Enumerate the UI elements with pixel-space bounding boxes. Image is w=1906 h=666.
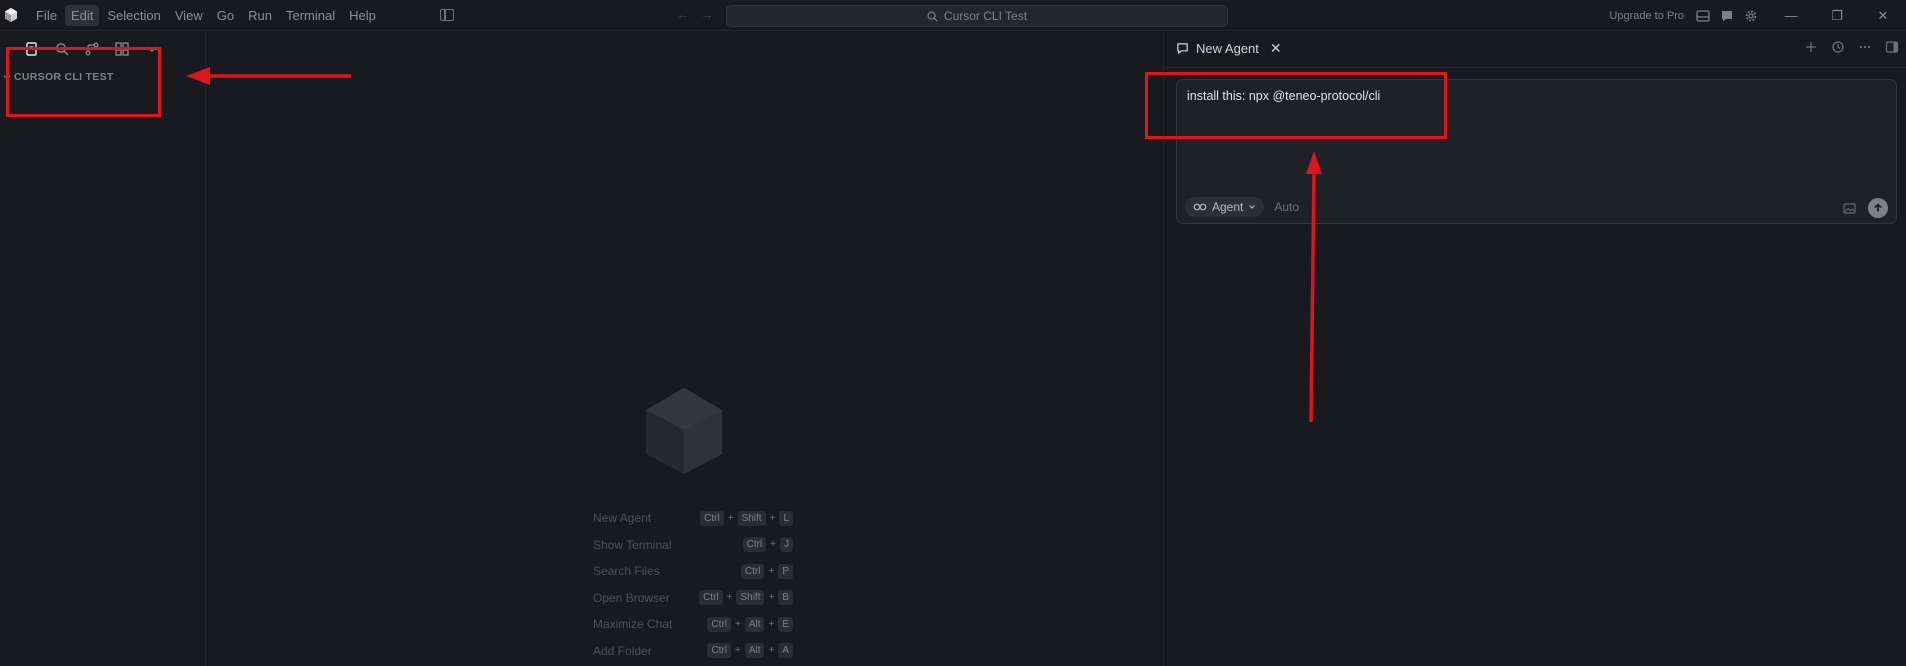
menu-selection[interactable]: Selection [101, 5, 166, 26]
search-icon [927, 11, 938, 22]
shortcut-row[interactable]: Show Terminal Ctrl + J [593, 532, 793, 559]
menu-go[interactable]: Go [211, 5, 240, 26]
mode-label: Agent [1212, 200, 1244, 214]
minimize-button[interactable]: — [1768, 0, 1814, 31]
plus-separator: + [734, 645, 741, 657]
gear-icon[interactable] [1744, 9, 1758, 23]
keycap: Alt [744, 643, 765, 659]
shortcut-row[interactable]: Open Browser Ctrl + Shift + B [593, 585, 793, 612]
keycap: A [778, 643, 793, 659]
keycap: Shift [737, 510, 766, 526]
forward-icon[interactable]: → [700, 6, 724, 22]
menu-terminal[interactable]: Terminal [280, 5, 341, 26]
infinity-icon [1193, 203, 1207, 211]
panel-layout-icon[interactable] [1696, 9, 1710, 23]
keycap: Ctrl [707, 643, 731, 659]
restore-button[interactable]: ❐ [1814, 0, 1860, 31]
plus-separator: + [768, 565, 775, 577]
tab-new-agent[interactable]: New Agent ✕ [1176, 40, 1282, 57]
plus-separator: + [770, 539, 776, 551]
send-button[interactable] [1868, 198, 1888, 218]
keycap: L [779, 510, 793, 526]
shortcut-label: New Agent [593, 511, 652, 526]
shortcut-row[interactable]: Search Files Ctrl + P [593, 558, 793, 585]
keycap: Ctrl [700, 510, 724, 526]
plus-icon[interactable] [1804, 40, 1818, 54]
menu-run[interactable]: Run [242, 5, 278, 26]
menu-edit[interactable]: Edit [64, 5, 100, 26]
back-icon[interactable]: ← [676, 6, 700, 22]
close-tab-icon[interactable]: ✕ [1270, 40, 1282, 57]
shortcut-label: Search Files [593, 564, 660, 579]
shortcut-label: Maximize Chat [593, 617, 673, 632]
keycap: Ctrl [699, 590, 723, 606]
shortcut-keys: Ctrl + P [740, 563, 793, 579]
keycap: Shift [736, 590, 765, 606]
keycap: J [780, 537, 793, 553]
toggle-panel-icon[interactable] [1885, 40, 1899, 54]
close-window-button[interactable]: ✕ [1860, 0, 1906, 31]
more-icon[interactable] [1858, 40, 1872, 54]
history-icon[interactable] [1831, 40, 1845, 54]
shortcut-keys: Ctrl + Shift + L [700, 510, 793, 526]
chat-controls: Agent Auto [1185, 197, 1299, 217]
shortcut-row[interactable]: Add Folder Ctrl + Alt + A [593, 638, 793, 665]
plus-separator: + [726, 592, 733, 604]
menu-file[interactable]: File [30, 5, 63, 26]
cursor-logo-icon [5, 8, 17, 22]
shortcut-row[interactable]: New Agent Ctrl + Shift + L [593, 505, 793, 532]
keycap: B [778, 590, 793, 606]
image-icon[interactable] [1843, 202, 1856, 214]
chat-bubble-icon [1177, 43, 1188, 55]
shortcut-keys: Ctrl + Alt + E [707, 616, 793, 632]
plus-separator: + [768, 618, 775, 630]
cursor-cube-icon [646, 388, 722, 474]
keycap: Ctrl [707, 616, 731, 632]
search-text: Cursor CLI Test [943, 9, 1028, 23]
keycap: Ctrl [742, 537, 767, 553]
keycap: Ctrl [740, 563, 765, 579]
plus-separator: + [768, 645, 775, 657]
upgrade-link[interactable]: Upgrade to Pro [1609, 10, 1684, 22]
plus-separator: + [734, 618, 741, 630]
chevron-down-icon [1249, 205, 1256, 209]
shortcut-label: Show Terminal [593, 537, 672, 552]
menu-bar: File Edit Selection View Go Run Terminal Help [30, 0, 384, 31]
arrow-up-icon [1874, 203, 1882, 212]
keycap: E [778, 616, 793, 632]
editor-area: New Agent Ctrl + Shift + L Show Terminal Ctrl + J… [207, 31, 1163, 666]
agent-mode-dropdown[interactable]: Agent [1185, 197, 1265, 217]
model-selector[interactable]: Auto [1274, 200, 1299, 214]
menu-view[interactable]: View [169, 5, 209, 26]
shortcut-label: Add Folder [593, 643, 652, 658]
annotation-box-explorer [6, 47, 161, 117]
keycap: Alt [744, 616, 765, 632]
titlebar-right: Upgrade to Pro — ❐ ✕ [1609, 0, 1906, 31]
panel-actions [1804, 40, 1899, 54]
title-bar: File Edit Selection View Go Run Terminal Help ←… [0, 0, 1906, 31]
nav-arrows[interactable]: ←→ [676, 6, 724, 22]
sidebar: CURSOR CLI TEST [0, 31, 206, 666]
chat-right-controls [1843, 198, 1888, 218]
shortcut-row[interactable]: Maximize Chat Ctrl + Alt + E [593, 611, 793, 638]
keycap: P [778, 563, 793, 579]
tab-label: New Agent [1196, 41, 1259, 56]
shortcut-list: New Agent Ctrl + Shift + L Show Terminal Ctrl + J… [593, 505, 793, 664]
plus-separator: + [727, 512, 734, 524]
chat-icon[interactable] [1720, 9, 1734, 23]
menu-help[interactable]: Help [343, 5, 382, 26]
shortcut-keys: Ctrl + Alt + A [707, 643, 793, 659]
agent-tab-bar: New Agent ✕ [1164, 31, 1906, 68]
annotation-box-chat [1145, 72, 1447, 139]
shortcut-label: Open Browser [593, 590, 670, 605]
plus-separator: + [768, 592, 775, 604]
shortcut-keys: Ctrl + Shift + B [699, 590, 793, 606]
toggle-sidebar-icon[interactable] [440, 9, 454, 21]
command-search-bar[interactable]: Cursor CLI Test [726, 5, 1228, 27]
shortcut-keys: Ctrl + J [742, 537, 793, 553]
plus-separator: + [769, 512, 776, 524]
